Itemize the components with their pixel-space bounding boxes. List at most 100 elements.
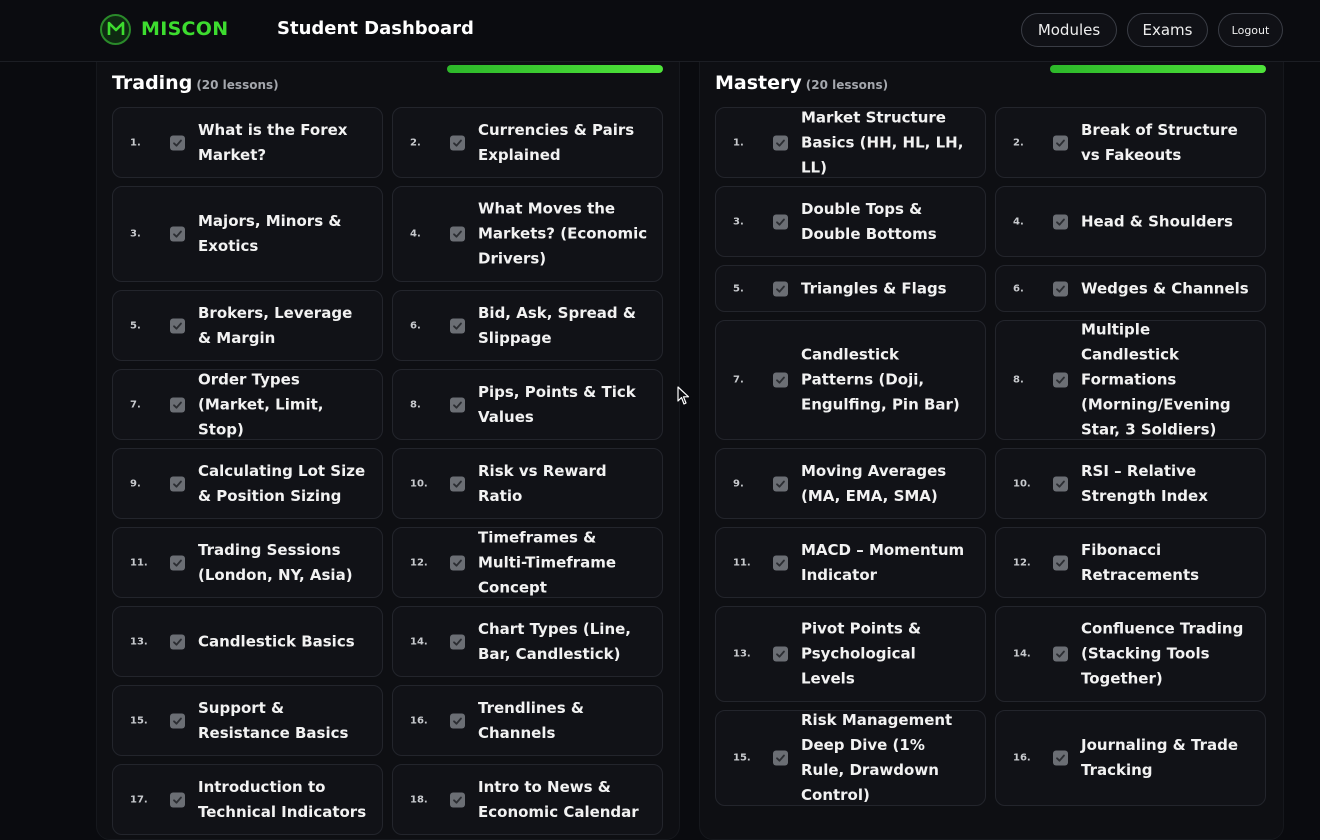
mastery-section-title: Mastery (20 lessons) [715, 72, 888, 94]
lesson-checkbox-icon[interactable] [450, 397, 465, 412]
lesson-card[interactable]: 9. Calculating Lot Size & Position Sizing [112, 448, 383, 519]
lesson-checkbox-icon[interactable] [773, 646, 788, 662]
lesson-card[interactable]: 16. Trendlines & Channels [392, 685, 663, 756]
lesson-checkbox-icon[interactable] [450, 226, 465, 242]
lesson-title: Intro to News & Economic Calendar [478, 777, 639, 821]
lesson-card[interactable]: 8. Pips, Points & Tick Values [392, 369, 663, 440]
lesson-number: 9. [733, 478, 744, 489]
lesson-card[interactable]: 16. Journaling & Trade Tracking [995, 710, 1266, 806]
lesson-card[interactable]: 11. MACD – Momentum Indicator [715, 527, 986, 598]
lesson-card[interactable]: 6. Wedges & Channels [995, 265, 1266, 312]
lesson-checkbox-icon[interactable] [170, 135, 185, 150]
lesson-number: 7. [733, 374, 744, 386]
lesson-checkbox-icon[interactable] [1053, 555, 1068, 570]
lesson-card[interactable]: 2. Break of Structure vs Fakeouts [995, 107, 1266, 178]
lesson-card[interactable]: 4. What Moves the Markets? (Economic Driv… [392, 186, 663, 282]
lesson-checkbox-icon[interactable] [773, 214, 788, 229]
lesson-number: 5. [130, 320, 141, 331]
lesson-number: 5. [733, 283, 744, 294]
lesson-checkbox-icon[interactable] [773, 476, 788, 491]
lesson-checkbox-icon[interactable] [1053, 476, 1068, 491]
lesson-card[interactable]: 15. Support & Resistance Basics [112, 685, 383, 756]
lesson-title: What is the Forex Market? [198, 120, 348, 164]
lesson-card[interactable]: 6. Bid, Ask, Spread & Slippage [392, 290, 663, 361]
lesson-checkbox-icon[interactable] [773, 281, 788, 296]
lesson-number: 8. [1013, 374, 1024, 386]
lesson-number: 12. [1013, 557, 1031, 568]
page-title: Student Dashboard [277, 18, 474, 39]
lesson-checkbox-icon[interactable] [773, 372, 788, 388]
top-bar: MISCON Student Dashboard Modules Exams L… [0, 0, 1320, 62]
section-title-text: Mastery [715, 72, 802, 94]
lesson-card[interactable]: 3. Majors, Minors & Exotics [112, 186, 383, 282]
lesson-checkbox-icon[interactable] [450, 792, 465, 807]
brand[interactable]: MISCON [100, 13, 228, 45]
lesson-checkbox-icon[interactable] [1053, 646, 1068, 662]
lesson-number: 6. [410, 320, 421, 331]
lesson-card[interactable]: 17. Introduction to Technical Indicators [112, 764, 383, 835]
lesson-card[interactable]: 12. Timeframes & Multi-Timeframe Concept [392, 527, 663, 598]
lesson-card[interactable]: 5. Brokers, Leverage & Margin [112, 290, 383, 361]
lesson-card[interactable]: 11. Trading Sessions (London, NY, Asia) [112, 527, 383, 598]
lesson-card[interactable]: 13. Pivot Points & Psychological Levels [715, 606, 986, 702]
lesson-card[interactable]: 12. Fibonacci Retracements [995, 527, 1266, 598]
lesson-title: MACD – Momentum Indicator [801, 540, 965, 584]
logout-button[interactable]: Logout [1218, 13, 1283, 47]
lesson-checkbox-icon[interactable] [450, 555, 465, 570]
lesson-card[interactable]: 1. What is the Forex Market? [112, 107, 383, 178]
lesson-checkbox-icon[interactable] [450, 634, 465, 649]
lesson-number: 9. [130, 478, 141, 489]
lesson-checkbox-icon[interactable] [170, 476, 185, 491]
trading-section-title: Trading (20 lessons) [112, 72, 279, 94]
lesson-checkbox-icon[interactable] [450, 318, 465, 333]
lesson-card[interactable]: 10. Risk vs Reward Ratio [392, 448, 663, 519]
lesson-card[interactable]: 2. Currencies & Pairs Explained [392, 107, 663, 178]
lesson-card[interactable]: 4. Head & Shoulders [995, 186, 1266, 257]
lesson-card[interactable]: 14. Chart Types (Line, Bar, Candlestick) [392, 606, 663, 677]
exams-button[interactable]: Exams [1127, 13, 1208, 47]
lesson-checkbox-icon[interactable] [450, 476, 465, 491]
lesson-number: 16. [1013, 752, 1031, 764]
lesson-card[interactable]: 8. Multiple Candlestick Formations (Morni… [995, 320, 1266, 440]
lesson-title: Moving Averages (MA, EMA, SMA) [801, 461, 947, 505]
lesson-card[interactable]: 13. Candlestick Basics [112, 606, 383, 677]
lesson-checkbox-icon[interactable] [1053, 372, 1068, 388]
lesson-checkbox-icon[interactable] [450, 135, 465, 150]
lesson-card[interactable]: 9. Moving Averages (MA, EMA, SMA) [715, 448, 986, 519]
lesson-checkbox-icon[interactable] [170, 397, 185, 412]
lesson-card[interactable]: 10. RSI – Relative Strength Index [995, 448, 1266, 519]
lesson-title: Trendlines & Channels [478, 698, 584, 742]
lesson-checkbox-icon[interactable] [170, 226, 185, 242]
modules-button[interactable]: Modules [1021, 13, 1117, 47]
lesson-checkbox-icon[interactable] [170, 318, 185, 333]
lesson-number: 3. [130, 228, 141, 240]
lesson-card[interactable]: 1. Market Structure Basics (HH, HL, LH, L… [715, 107, 986, 178]
lesson-number: 16. [410, 715, 428, 726]
lesson-checkbox-icon[interactable] [1053, 750, 1068, 766]
lesson-title: Fibonacci Retracements [1081, 540, 1200, 584]
lesson-checkbox-icon[interactable] [1053, 135, 1068, 150]
section-lesson-count: (20 lessons) [805, 78, 889, 92]
lesson-card[interactable]: 18. Intro to News & Economic Calendar [392, 764, 663, 835]
lesson-title: Head & Shoulders [1081, 212, 1233, 230]
lesson-title: Break of Structure vs Fakeouts [1081, 120, 1238, 164]
lesson-checkbox-icon[interactable] [773, 555, 788, 570]
lesson-checkbox-icon[interactable] [1053, 281, 1068, 296]
lesson-checkbox-icon[interactable] [170, 792, 185, 807]
lesson-checkbox-icon[interactable] [450, 713, 465, 728]
lesson-number: 15. [130, 715, 148, 726]
lesson-card[interactable]: 7. Order Types (Market, Limit, Stop) [112, 369, 383, 440]
lesson-card[interactable]: 5. Triangles & Flags [715, 265, 986, 312]
lesson-checkbox-icon[interactable] [170, 634, 185, 649]
lesson-title: Triangles & Flags [801, 279, 947, 297]
lesson-checkbox-icon[interactable] [170, 555, 185, 570]
lesson-checkbox-icon[interactable] [773, 750, 788, 766]
lesson-number: 2. [1013, 137, 1024, 148]
lesson-checkbox-icon[interactable] [170, 713, 185, 728]
lesson-checkbox-icon[interactable] [1053, 214, 1068, 229]
lesson-card[interactable]: 7. Candlestick Patterns (Doji, Engulfing,… [715, 320, 986, 440]
lesson-card[interactable]: 15. Risk Management Deep Dive (1% Rule, D… [715, 710, 986, 806]
lesson-checkbox-icon[interactable] [773, 135, 788, 150]
lesson-card[interactable]: 3. Double Tops & Double Bottoms [715, 186, 986, 257]
lesson-card[interactable]: 14. Confluence Trading (Stacking Tools To… [995, 606, 1266, 702]
